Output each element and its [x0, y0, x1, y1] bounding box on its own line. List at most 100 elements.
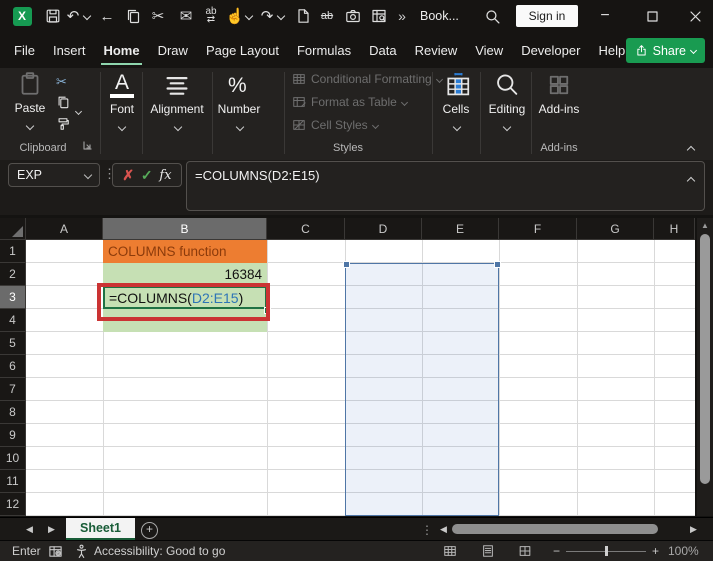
tab-file[interactable]: File	[12, 35, 37, 66]
paste-label[interactable]: Paste	[12, 101, 48, 115]
column-header-g[interactable]: G	[577, 218, 654, 240]
hscroll-right-icon[interactable]: ▶	[690, 518, 697, 541]
cell-b1[interactable]: COLUMNS function	[103, 240, 267, 263]
horizontal-scroll-thumb[interactable]	[452, 524, 658, 534]
select-all-button[interactable]	[0, 218, 26, 240]
next-sheet-icon[interactable]: ▶	[48, 518, 55, 541]
tab-help[interactable]: Help	[596, 35, 627, 66]
zoom-level[interactable]: 100%	[668, 541, 699, 561]
tab-scroll-grip-icon[interactable]: ⋮	[421, 518, 433, 541]
maximize-button[interactable]	[637, 0, 667, 32]
sign-in-button[interactable]: Sign in	[516, 5, 578, 27]
copy-icon[interactable]	[122, 0, 144, 32]
accessibility-status[interactable]: Accessibility: Good to go	[74, 541, 225, 561]
cut-icon[interactable]: ✂	[56, 74, 67, 90]
row-header-12[interactable]: 12	[0, 493, 26, 516]
tab-formulas[interactable]: Formulas	[295, 35, 353, 66]
status-bar: Enter Accessibility: Good to go − + 100%	[0, 540, 713, 561]
editing-icon[interactable]	[494, 72, 519, 97]
expand-formula-bar-icon[interactable]	[686, 172, 696, 187]
number-format-icon[interactable]: %	[228, 74, 247, 98]
undo-icon[interactable]: ↶	[64, 0, 82, 32]
font-icon[interactable]: A	[110, 72, 134, 98]
enter-icon[interactable]: ✓	[141, 167, 153, 184]
row-header-1[interactable]: 1	[0, 240, 26, 263]
tab-home[interactable]: Home	[101, 35, 142, 66]
tab-draw[interactable]: Draw	[156, 35, 190, 66]
prev-sheet-icon[interactable]: ◀	[26, 518, 33, 541]
zoom-in-button[interactable]: +	[652, 541, 659, 561]
column-header-f[interactable]: F	[499, 218, 577, 240]
hscroll-left-icon[interactable]: ◀	[440, 518, 447, 541]
column-header-d[interactable]: D	[345, 218, 422, 240]
editing-group-button[interactable]: Editing	[483, 102, 531, 116]
page-layout-view-icon[interactable]	[481, 541, 495, 561]
close-button[interactable]	[680, 0, 710, 32]
column-header-b[interactable]: B	[103, 218, 267, 240]
zoom-out-button[interactable]: −	[553, 541, 560, 561]
cells-group-button[interactable]: Cells	[434, 102, 478, 116]
formula-input[interactable]: =COLUMNS(D2:E15)	[186, 161, 705, 211]
row-header-5[interactable]: 5	[0, 332, 26, 355]
copy-icon[interactable]	[56, 95, 70, 109]
normal-view-icon[interactable]	[443, 541, 457, 561]
name-box[interactable]: EXP	[8, 163, 100, 187]
column-header-c[interactable]: C	[267, 218, 345, 240]
zoom-slider[interactable]	[566, 541, 646, 561]
camera-icon[interactable]	[342, 0, 364, 32]
cells-icon[interactable]	[445, 72, 471, 98]
tab-data[interactable]: Data	[367, 35, 398, 66]
clipboard-dialog-launcher-icon[interactable]	[83, 141, 92, 150]
row-header-10[interactable]: 10	[0, 447, 26, 470]
minimize-button[interactable]: −	[590, 0, 620, 32]
insert-function-icon[interactable]: fx	[159, 168, 171, 183]
column-header-h[interactable]: H	[654, 218, 695, 240]
share-button[interactable]: Share	[625, 38, 705, 63]
tab-developer[interactable]: Developer	[519, 35, 582, 66]
row-header-3[interactable]: 3	[0, 286, 26, 309]
vertical-scrollbar[interactable]: ▲	[697, 218, 713, 516]
row-header-4[interactable]: 4	[0, 309, 26, 332]
row-header-6[interactable]: 6	[0, 355, 26, 378]
alignment-group-button[interactable]: Alignment	[147, 102, 207, 116]
row-header-11[interactable]: 11	[0, 470, 26, 493]
lookup-sheet-icon[interactable]	[368, 0, 390, 32]
tab-view[interactable]: View	[473, 35, 505, 66]
range-selection-d2-e15[interactable]	[343, 261, 501, 516]
row-header-7[interactable]: 7	[0, 378, 26, 401]
font-group-button[interactable]: Font	[98, 102, 146, 116]
add-sheet-button[interactable]: +	[141, 522, 158, 539]
redo-icon[interactable]: ↷	[258, 0, 276, 32]
row-header-2[interactable]: 2	[0, 263, 26, 286]
more-commands-icon[interactable]: »	[394, 0, 410, 32]
touch-dropdown-icon[interactable]	[244, 0, 254, 32]
tab-insert[interactable]: Insert	[51, 35, 88, 66]
vertical-scroll-thumb[interactable]	[700, 234, 710, 484]
row-header-8[interactable]: 8	[0, 401, 26, 424]
cell-grid[interactable]: COLUMNS function 16384 =COLUMNS(D2:E15)	[26, 240, 695, 516]
new-file-icon[interactable]	[292, 0, 314, 32]
cut-icon[interactable]: ✂	[148, 0, 168, 32]
macro-record-icon[interactable]	[48, 541, 63, 561]
title-bar: X ↶ ← ✂ ✉ ab ⇄ ☝ ↷ ab » Book... Sign in −	[0, 0, 713, 32]
search-icon[interactable]	[480, 0, 504, 32]
number-group-button[interactable]: Number	[213, 102, 265, 116]
scroll-up-icon[interactable]: ▲	[697, 218, 713, 230]
redo-dropdown-icon[interactable]	[276, 0, 286, 32]
save-icon[interactable]	[42, 0, 64, 32]
collapse-ribbon-icon[interactable]	[686, 140, 696, 158]
zoom-slider-thumb[interactable]	[605, 546, 608, 556]
tab-review[interactable]: Review	[413, 35, 460, 66]
row-header-9[interactable]: 9	[0, 424, 26, 447]
page-break-preview-icon[interactable]	[518, 541, 532, 561]
format-painter-icon[interactable]	[56, 117, 70, 131]
sheet-tab-sheet1[interactable]: Sheet1	[66, 518, 135, 540]
column-header-e[interactable]: E	[422, 218, 499, 240]
undo-dropdown-icon[interactable]	[82, 0, 92, 32]
cell-mode-indicator: Enter	[12, 544, 41, 558]
column-header-a[interactable]: A	[26, 218, 103, 240]
tab-page-layout[interactable]: Page Layout	[204, 35, 281, 66]
touch-draw-icon[interactable]: ☝	[226, 0, 245, 32]
cancel-icon[interactable]: ✗	[122, 167, 134, 184]
alignment-icon[interactable]	[164, 75, 190, 97]
